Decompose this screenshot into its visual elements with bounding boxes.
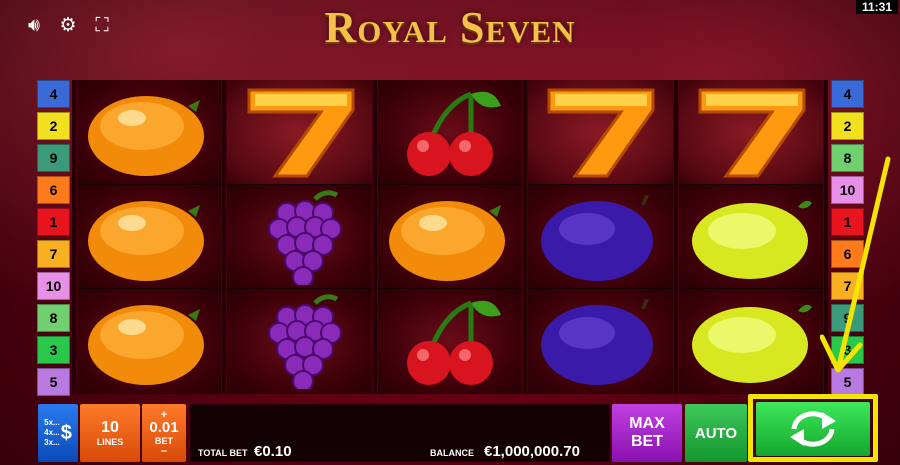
line-number-2[interactable]: 2 <box>831 112 864 140</box>
line-number-2[interactable]: 2 <box>37 112 70 140</box>
balance-value: €1,000,000.70 <box>484 443 580 460</box>
auto-label: AUTO <box>694 424 738 442</box>
spin-button[interactable] <box>756 402 870 456</box>
bet-value: 0.01 <box>149 419 179 436</box>
reel-5 <box>677 80 825 395</box>
top-bar: 🔊︎ ⚙ ⛶ Royal Seven 11:31 <box>0 0 900 56</box>
auto-button[interactable]: AUTO <box>685 404 747 462</box>
line-number-9[interactable]: 9 <box>37 144 70 172</box>
denomination-item: 3x... <box>44 438 60 447</box>
line-number-9[interactable]: 9 <box>831 304 864 332</box>
seven-symbol <box>528 80 673 185</box>
max-bet-label-line1: MAX <box>629 415 665 432</box>
line-numbers-right: 4 2 8 10 1 6 7 9 3 5 <box>831 80 864 396</box>
bet-stepper[interactable]: + 0.01 BET – <box>142 404 186 462</box>
game-title: Royal Seven <box>324 3 576 52</box>
line-number-7[interactable]: 7 <box>37 240 70 268</box>
clock: 11:31 <box>855 0 898 14</box>
line-number-10[interactable]: 10 <box>831 176 864 204</box>
orange-symbol <box>77 289 222 395</box>
denomination-button[interactable]: 5x... 4x... 3x... $ <box>38 404 78 462</box>
spin-icon <box>790 411 836 447</box>
seven-symbol <box>678 80 824 185</box>
line-number-10[interactable]: 10 <box>37 272 70 300</box>
reel-3 <box>376 80 524 395</box>
plum-symbol <box>528 184 673 290</box>
line-number-3[interactable]: 3 <box>831 336 864 364</box>
lemon-symbol <box>678 289 824 395</box>
line-number-4[interactable]: 4 <box>37 80 70 108</box>
orange-symbol <box>377 184 523 290</box>
fullscreen-icon[interactable]: ⛶ <box>90 14 114 36</box>
max-bet-label-line2: BET <box>631 433 663 450</box>
lines-label: LINES <box>96 437 124 447</box>
grapes-symbol <box>227 289 372 395</box>
grapes-symbol <box>227 184 372 290</box>
max-bet-button[interactable]: MAX BET <box>612 404 682 462</box>
balance-label: BALANCE <box>430 448 474 458</box>
denomination-item: 5x... <box>44 418 60 427</box>
lemon-symbol <box>678 184 824 290</box>
orange-symbol <box>77 80 222 185</box>
speaker-icon[interactable]: 🔊︎ <box>22 14 46 36</box>
plum-symbol <box>528 289 673 395</box>
line-number-5[interactable]: 5 <box>37 368 70 396</box>
cherry-symbol <box>377 80 523 185</box>
cherry-symbol <box>377 289 523 395</box>
dollar-icon: $ <box>60 421 72 444</box>
line-number-1[interactable]: 1 <box>831 208 864 236</box>
reel-4 <box>527 80 674 395</box>
line-number-7[interactable]: 7 <box>831 272 864 300</box>
line-numbers-left: 4 2 9 6 1 7 10 8 3 5 <box>37 80 70 396</box>
reel-1 <box>76 80 223 395</box>
reel-2 <box>226 80 373 395</box>
total-bet-label: TOTAL BET <box>198 448 248 458</box>
line-number-8[interactable]: 8 <box>37 304 70 332</box>
line-number-5[interactable]: 5 <box>831 368 864 396</box>
reels <box>72 80 828 395</box>
lines-button[interactable]: 10 LINES <box>80 404 140 462</box>
bet-minus-button[interactable]: – <box>161 446 167 457</box>
denomination-item: 4x... <box>44 428 60 437</box>
gear-icon[interactable]: ⚙ <box>56 14 80 36</box>
line-number-8[interactable]: 8 <box>831 144 864 172</box>
line-number-1[interactable]: 1 <box>37 208 70 236</box>
lines-value: 10 <box>101 419 119 436</box>
total-bet-value: €0.10 <box>254 443 292 460</box>
denomination-list: 5x... 4x... 3x... <box>44 418 60 448</box>
seven-symbol <box>227 80 372 185</box>
top-icons: 🔊︎ ⚙ ⛶ <box>22 14 114 36</box>
line-number-4[interactable]: 4 <box>831 80 864 108</box>
line-number-6[interactable]: 6 <box>37 176 70 204</box>
orange-symbol <box>77 184 222 290</box>
line-number-3[interactable]: 3 <box>37 336 70 364</box>
line-number-6[interactable]: 6 <box>831 240 864 268</box>
